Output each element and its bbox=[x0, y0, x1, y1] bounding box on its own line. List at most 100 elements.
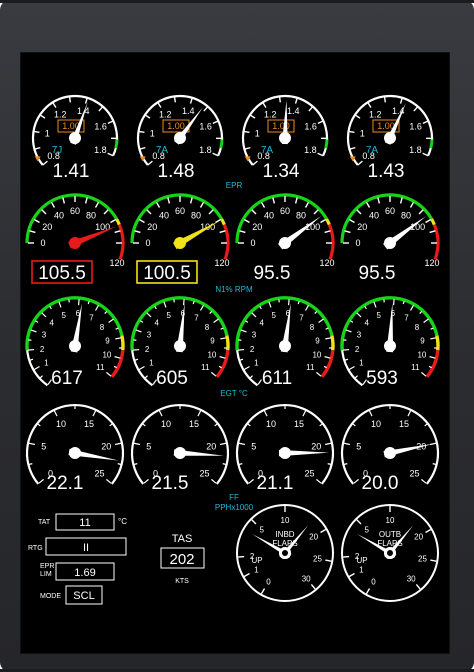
tat-value: 11 bbox=[79, 517, 90, 529]
ff-tick bbox=[424, 423, 428, 427]
outbd-flap-tick bbox=[348, 572, 355, 578]
epr-green-arc bbox=[429, 139, 434, 149]
egt-tick bbox=[348, 365, 355, 371]
n1-tick bbox=[84, 197, 88, 204]
ff-tick bbox=[421, 478, 427, 484]
egt-scale-label: 7 bbox=[89, 313, 94, 322]
ff-scale-label: 10 bbox=[266, 419, 276, 429]
egt-scale-label: 4 bbox=[49, 319, 54, 328]
egt-tick bbox=[114, 356, 121, 359]
outbd-flap-gauge: 012510202530UPOUTBFLAPS bbox=[341, 504, 439, 602]
epr-tick bbox=[157, 102, 162, 108]
ff-tick bbox=[142, 423, 146, 427]
egt-tick bbox=[323, 365, 327, 369]
egt-tick bbox=[350, 320, 354, 323]
egt-tick bbox=[77, 299, 80, 306]
egt-tick bbox=[297, 300, 300, 305]
n1-gauge: 02040 60 8010012095.5 bbox=[340, 193, 440, 284]
egt-tick bbox=[364, 306, 367, 310]
egt-tick bbox=[419, 310, 423, 314]
n1-tick bbox=[114, 230, 121, 234]
egt-red-arc bbox=[215, 349, 230, 378]
ff-tick bbox=[327, 463, 331, 465]
epr-rating-label: 7A bbox=[261, 145, 274, 156]
egt-gauge: 12345 6 7891011593 bbox=[340, 296, 440, 389]
outbd-flap-scale-label: 10 bbox=[386, 516, 395, 525]
egt-tick bbox=[87, 300, 90, 305]
epr-gauge: 0.811.2 1.41.61.81.007A1.34 bbox=[241, 94, 329, 182]
egt-tick bbox=[211, 371, 217, 377]
epr-tick bbox=[212, 152, 219, 157]
egt-tick bbox=[115, 327, 119, 330]
n1-scale-label: 40 bbox=[159, 210, 169, 220]
egt-scale-label: 9 bbox=[105, 336, 110, 345]
n1-readout: 95.5 bbox=[254, 263, 291, 284]
egt-tick bbox=[373, 301, 377, 308]
epr-tick bbox=[262, 102, 267, 108]
n1-hub bbox=[384, 237, 396, 249]
n1-tick bbox=[260, 201, 266, 208]
egt-scale-label: 11 bbox=[306, 363, 315, 372]
egt-tick bbox=[249, 375, 253, 379]
ff-readout: 22.1 bbox=[47, 473, 84, 494]
engine-instrument-panel: EPR N1% RPM EGT °C FF PPHx1000 0.811.2 1.… bbox=[25, 94, 440, 605]
egt-tick bbox=[316, 371, 322, 377]
n1-gauge: 02040 60 8010012095.5 bbox=[235, 193, 335, 284]
inbd-flap-center bbox=[282, 550, 288, 556]
n1-tick bbox=[399, 197, 403, 204]
egt-scale-label: 7 bbox=[299, 313, 304, 322]
egt-tick bbox=[325, 337, 332, 340]
egt-scale-label: 3 bbox=[42, 331, 47, 340]
outbd-flap-scale-label: 30 bbox=[407, 574, 416, 583]
egt-tick bbox=[356, 312, 362, 318]
egt-tick bbox=[154, 306, 157, 310]
ff-scale-label: 5 bbox=[356, 441, 361, 451]
n1-scale-label: 80 bbox=[401, 210, 411, 220]
epr-tick bbox=[349, 146, 356, 150]
n1-scale-label: 60 bbox=[70, 206, 80, 216]
inbd-flap-scale-label: 5 bbox=[259, 526, 264, 535]
n1-tick bbox=[29, 230, 36, 234]
egt-hub bbox=[174, 340, 186, 352]
inbd-flap-tick bbox=[251, 519, 257, 525]
n1-scale-label: 120 bbox=[214, 258, 229, 268]
n1-scale-label: 80 bbox=[86, 210, 96, 220]
ff-tick bbox=[53, 410, 58, 417]
egt-gauge: 12345 6 7891011611 bbox=[235, 296, 335, 389]
epr-target-value: 1.00 bbox=[167, 121, 185, 131]
ff-scale-label: 10 bbox=[56, 419, 66, 429]
n1-scale-label: 80 bbox=[296, 210, 306, 220]
egt-scale-label: 1 bbox=[149, 359, 154, 368]
epr-scale-label: 1.2 bbox=[159, 109, 172, 119]
epr-hub bbox=[279, 132, 291, 144]
egt-scale-label: 9 bbox=[315, 336, 320, 345]
ff-tick bbox=[319, 423, 323, 427]
egt-tick bbox=[49, 306, 52, 310]
n1-tick bbox=[41, 209, 47, 215]
egt-tick bbox=[220, 337, 227, 340]
n1-tick bbox=[146, 209, 152, 215]
n1-green-arc bbox=[25, 193, 118, 244]
egt-tick bbox=[192, 300, 195, 305]
egt-scale-label: 11 bbox=[411, 363, 420, 372]
ff-tick bbox=[38, 478, 44, 484]
n1-tick bbox=[272, 197, 276, 204]
epr-scale-label: 1.2 bbox=[264, 109, 277, 119]
egt-hub bbox=[279, 340, 291, 352]
egt-hub bbox=[69, 340, 81, 352]
egt-tick bbox=[343, 348, 350, 351]
ff-tick bbox=[158, 410, 163, 417]
egt-tick bbox=[392, 299, 395, 306]
egt-scale-label: 4 bbox=[364, 319, 369, 328]
ff-tick bbox=[239, 463, 243, 465]
inbd-flap-gauge: 012510202530UPINBDFLAPS bbox=[236, 504, 334, 602]
ff-tick bbox=[134, 463, 138, 465]
egt-tick bbox=[429, 356, 436, 359]
ff-hub bbox=[174, 447, 186, 459]
n1-tick bbox=[251, 209, 257, 215]
egt-tick bbox=[354, 375, 358, 379]
epr-readout: 1.43 bbox=[368, 161, 405, 182]
inbd-flap-scale-label: 0 bbox=[266, 578, 271, 587]
epr-scale-label: 1.8 bbox=[304, 145, 317, 155]
n1-scale-label: 20 bbox=[252, 222, 262, 232]
